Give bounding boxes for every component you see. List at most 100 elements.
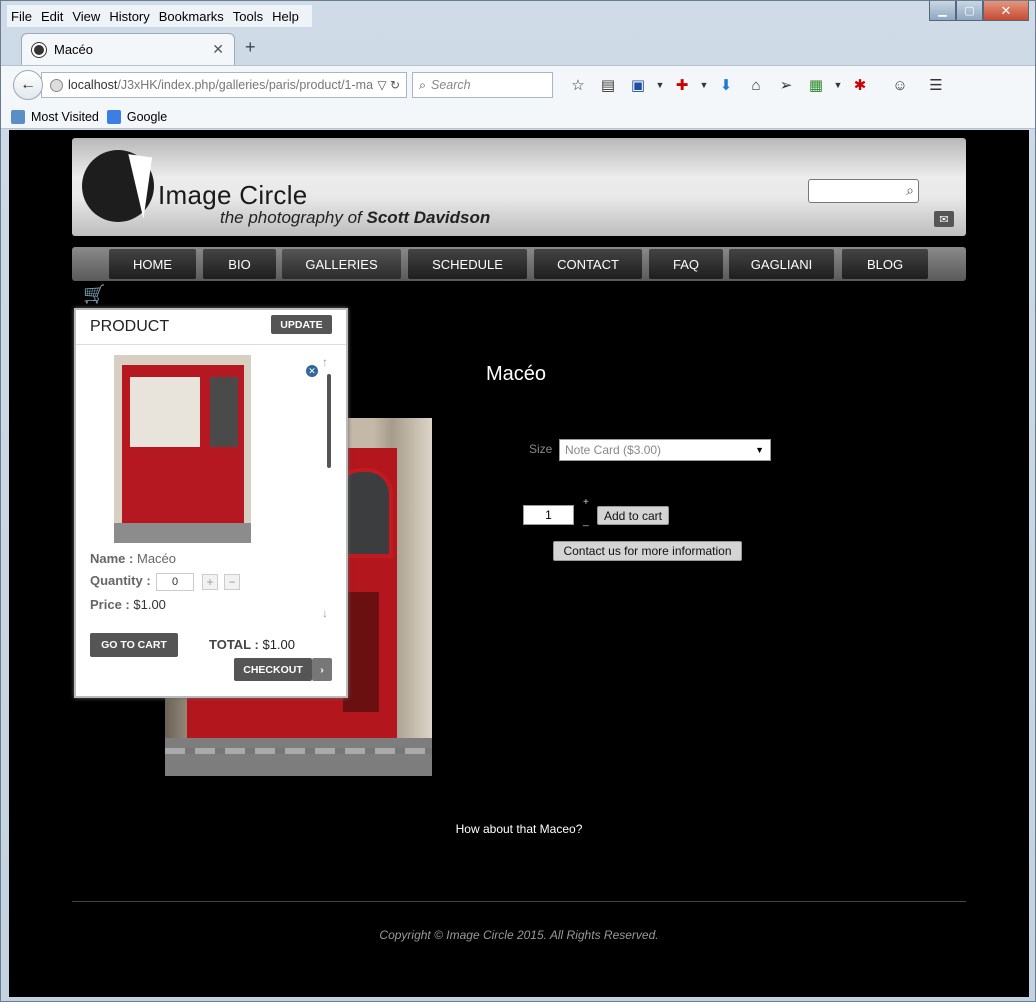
- menu-bar: File Edit View History Bookmarks Tools H…: [7, 5, 312, 27]
- menu-bookmarks[interactable]: Bookmarks: [159, 9, 224, 24]
- product-caption: How about that Maceo?: [455, 822, 583, 836]
- go-to-cart-button[interactable]: GO TO CART: [90, 633, 178, 657]
- site-info-icon[interactable]: [50, 78, 63, 92]
- popup-title: PRODUCT: [90, 318, 170, 335]
- add-to-cart-button[interactable]: Add to cart: [597, 506, 669, 525]
- total-value: $1.00: [262, 637, 296, 652]
- mail-icon[interactable]: ✉: [934, 211, 954, 227]
- quantity-plus-button[interactable]: +: [202, 574, 218, 590]
- favicon-icon: [32, 42, 46, 57]
- cart-popup: PRODUCT UPDATE ✕ ↑ ↓ Name : Macéo Quanti…: [74, 308, 348, 698]
- item-price: Price : $1.00: [90, 597, 166, 612]
- search-icon[interactable]: ⌕: [906, 182, 914, 199]
- nav-bio[interactable]: BIO: [203, 249, 276, 279]
- tab-title: Macéo: [54, 42, 94, 57]
- main-nav: HOME BIO GALLERIES SCHEDULE CONTACT FAQ …: [72, 247, 966, 281]
- menu-edit[interactable]: Edit: [41, 9, 63, 24]
- url-bar[interactable]: localhost /J3xHK/index.php/galleries/par…: [41, 72, 407, 98]
- dropdown-icon[interactable]: ▼: [697, 74, 711, 96]
- minimize-icon[interactable]: ▁: [929, 1, 956, 21]
- thumb-window-dark: [210, 377, 238, 447]
- quantity-label: Quantity :: [90, 573, 151, 588]
- back-icon[interactable]: ←: [13, 70, 43, 100]
- remove-item-icon[interactable]: ✕: [306, 365, 318, 377]
- chevron-right-icon[interactable]: ›: [312, 658, 332, 681]
- new-tab-icon[interactable]: +: [245, 37, 256, 58]
- maximize-icon[interactable]: ▢: [956, 1, 983, 21]
- toolbar-icons: ☆ ▤ ▣ ▼ ✚ ▼ ⬇ ⌂ ➢ ▦ ▼ ✱ ☺ ☰: [563, 74, 951, 96]
- menu-view[interactable]: View: [72, 9, 100, 24]
- checkout-button[interactable]: CHECKOUT: [234, 658, 312, 681]
- update-button[interactable]: UPDATE: [271, 315, 332, 334]
- search-placeholder: Search: [431, 78, 471, 92]
- dropdown-icon[interactable]: ▼: [831, 74, 845, 96]
- menu-hamburger-icon[interactable]: ☰: [921, 74, 951, 96]
- nav-gagliani[interactable]: GAGLIANI: [729, 249, 834, 279]
- logo-title[interactable]: Image Circle: [158, 180, 308, 211]
- popup-scrollbar[interactable]: [327, 374, 331, 468]
- browser-window: File Edit View History Bookmarks Tools H…: [0, 0, 1036, 1002]
- download-icon[interactable]: ⬇: [711, 74, 741, 96]
- addon-red-cross-icon[interactable]: ✚: [667, 74, 697, 96]
- reading-list-icon[interactable]: ▤: [593, 74, 623, 96]
- photo-street: [165, 738, 432, 776]
- reload-icon[interactable]: ▽ ↻: [377, 78, 400, 92]
- tab-maceo[interactable]: Macéo ✕: [21, 33, 235, 65]
- item-name: Name : Macéo: [90, 551, 176, 566]
- close-tab-icon[interactable]: ✕: [212, 41, 224, 58]
- chevron-down-icon: ▼: [755, 445, 764, 455]
- url-path: /J3xHK/index.php/galleries/paris/product…: [117, 78, 374, 92]
- site-header: Image Circle the photography of Scott Da…: [72, 138, 966, 236]
- thumb-street: [114, 523, 251, 543]
- nav-faq[interactable]: FAQ: [649, 249, 723, 279]
- logo-sub-name: Scott Davidson: [366, 208, 491, 227]
- scroll-down-icon[interactable]: ↓: [322, 606, 328, 620]
- name-value: Macéo: [136, 551, 177, 566]
- bookmark-google[interactable]: Google: [106, 109, 167, 124]
- total-label: TOTAL :: [209, 637, 259, 652]
- name-label: Name :: [90, 551, 134, 566]
- nav-blog[interactable]: BLOG: [842, 249, 928, 279]
- close-window-icon[interactable]: ✕: [983, 1, 1029, 21]
- size-selected-value: Note Card ($3.00): [565, 443, 662, 457]
- contact-button[interactable]: Contact us for more information: [553, 541, 742, 561]
- save-icon[interactable]: ▣: [623, 74, 653, 96]
- menu-tools[interactable]: Tools: [233, 9, 263, 24]
- item-quantity: Quantity :: [90, 573, 151, 588]
- product-quantity-input[interactable]: 1: [523, 505, 574, 525]
- menu-file[interactable]: File: [11, 9, 32, 24]
- bookmarks-toolbar: Most Visited Google: [1, 105, 1035, 129]
- quantity-increment-icon[interactable]: +: [583, 497, 589, 508]
- popup-divider: [76, 344, 346, 345]
- addon-grid-icon[interactable]: ▦: [801, 74, 831, 96]
- browser-search-input[interactable]: ⌕ Search: [412, 72, 553, 98]
- scroll-up-icon[interactable]: ↑: [322, 355, 328, 369]
- addon-asterisk-icon[interactable]: ✱: [845, 74, 875, 96]
- popup-quantity-input[interactable]: 0: [156, 573, 194, 591]
- google-icon: [106, 109, 121, 124]
- window-controls: ▁ ▢ ✕: [929, 1, 1029, 21]
- size-label: Size: [529, 442, 553, 456]
- quantity-decrement-icon[interactable]: _: [583, 516, 589, 527]
- nav-schedule[interactable]: SCHEDULE: [408, 249, 527, 279]
- smiley-icon[interactable]: ☺: [885, 74, 915, 96]
- product-thumbnail: [114, 355, 251, 543]
- send-icon[interactable]: ➢: [771, 74, 801, 96]
- thumb-window: [130, 377, 200, 447]
- bookmark-most-visited[interactable]: Most Visited: [11, 109, 99, 124]
- bookmark-star-icon[interactable]: ☆: [563, 74, 593, 96]
- menu-history[interactable]: History: [109, 9, 149, 24]
- logo-sub-prefix: the photography of: [220, 208, 367, 227]
- quantity-minus-button[interactable]: −: [224, 574, 240, 590]
- nav-galleries[interactable]: GALLERIES: [282, 249, 401, 279]
- menu-help[interactable]: Help: [272, 9, 299, 24]
- site-search-input[interactable]: ⌕: [808, 179, 919, 203]
- page-viewport: Image Circle the photography of Scott Da…: [9, 130, 1029, 997]
- cart-total: TOTAL : $1.00: [209, 637, 295, 652]
- nav-home[interactable]: HOME: [109, 249, 196, 279]
- nav-contact[interactable]: CONTACT: [534, 249, 642, 279]
- cart-icon[interactable]: 🛒: [83, 284, 105, 306]
- home-icon[interactable]: ⌂: [741, 74, 771, 96]
- size-select[interactable]: Note Card ($3.00) ▼: [559, 439, 771, 461]
- dropdown-icon[interactable]: ▼: [653, 74, 667, 96]
